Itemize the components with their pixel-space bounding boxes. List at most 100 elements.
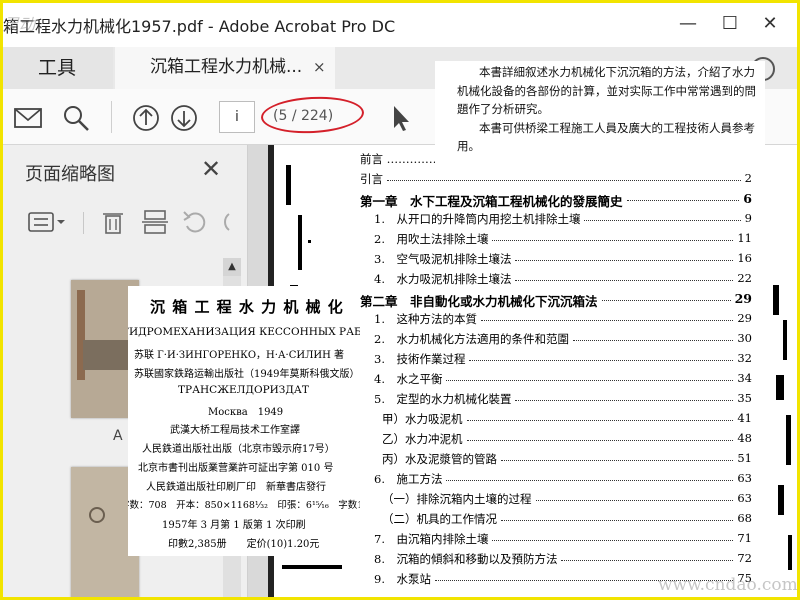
edition: 1957年 3 月第 1 版第 1 次印刷 [162, 520, 306, 531]
minimize-button[interactable]: — [673, 11, 703, 37]
title-bar: 箱工程水力机械化1957.pdf - Adobe Acrobat Pro DC … [3, 3, 797, 47]
printer: 人民鉄道出版社印刷厂印 新華書店發行 [146, 482, 326, 493]
toc-entry[interactable]: 甲）水力吸泥机 41 [360, 411, 752, 431]
toc-leader-dots [492, 240, 733, 241]
toc-entry[interactable]: 4. 水力吸泥机排除土壤法 22 [360, 271, 752, 291]
specs: 字数：708 开本：850×1168⅓₂ 印張：6¹⁵⁄₁₆ 字数177 [128, 500, 360, 511]
next-page-icon[interactable] [169, 103, 199, 133]
toc-leader-dots [467, 420, 733, 421]
close-window-button[interactable]: ✕ [755, 11, 785, 37]
scan-speck [286, 165, 291, 205]
toc-entry-page: 29 [734, 291, 752, 306]
book-title: 沉 箱 工 程 水 力 机 械 化 [150, 298, 344, 316]
authors: 苏联 Г·И·ЗИНГОРЕНКО，Н·А·СИЛИН 著 [134, 350, 345, 361]
toc-entry-label: 6. 施工方法 [374, 471, 443, 487]
toc-entry-page: 41 [737, 411, 752, 425]
toc-leader-dots [573, 340, 733, 341]
thumbnail-label: A [113, 428, 123, 444]
toc-leader-dots [602, 300, 731, 301]
toc-entry-label: 第二章 非自動化或水力机械化下沉沉箱法 [360, 291, 598, 310]
toc-entry-page: 34 [737, 371, 752, 385]
toc-leader-dots [492, 540, 733, 541]
watermark-bottom: www.cndao.com [658, 575, 798, 595]
intro-paragraph-2: 本書可供桥梁工程施工人員及廣大的工程技術人員参考用。 [457, 120, 755, 154]
toc-entry-label: 2. 用吹土法排除土壤 [374, 231, 489, 247]
panel-close-button[interactable]: ✕ [201, 155, 221, 183]
tab-tools[interactable]: 工具 [3, 47, 113, 89]
rotate-ccw-icon[interactable] [181, 208, 209, 236]
toc-entry[interactable]: 第二章 非自動化或水力机械化下沉沉箱法 29 [360, 291, 752, 311]
toc-entry[interactable]: 4. 水之平衡 34 [360, 371, 752, 391]
tab-close-button[interactable]: × [313, 47, 326, 87]
toc-entry[interactable]: 7. 由沉箱内排除土壤 71 [360, 531, 752, 551]
toc-entry[interactable]: 2. 水力机械化方法適用的条件和范圍 30 [360, 331, 752, 351]
toc-entry[interactable]: 6. 施工方法 63 [360, 471, 752, 491]
options-menu-icon[interactable] [27, 208, 67, 236]
toc-entry-page: 72 [737, 551, 752, 565]
toc-entry-label: 乙）水力冲泥机 [382, 431, 463, 447]
page-number-input[interactable]: i [219, 101, 255, 133]
extract-pages-icon[interactable] [141, 208, 169, 236]
toc-entry[interactable]: 8. 沉箱的傾斜和移動以及預防方法 72 [360, 551, 752, 571]
toc-leader-dots [446, 480, 733, 481]
toc-entry-label: 3. 技術作業过程 [374, 351, 466, 367]
toc-entry[interactable]: 丙）水及泥漿管的管路 51 [360, 451, 752, 471]
toc-entry[interactable]: 3. 技術作業过程 32 [360, 351, 752, 371]
toc-entry[interactable]: 引言 2 [360, 171, 752, 191]
toc-entry[interactable]: 5. 定型的水力机械化裝置 35 [360, 391, 752, 411]
toc-entry-label: 4. 水之平衡 [374, 371, 443, 387]
print-run: 印數2,385册 定价(10)1.20元 [168, 539, 320, 550]
cn-publisher: 人民鉄道出版社出版（北京市毁示府17号） [142, 444, 335, 455]
watermark-top: 灵动 [3, 15, 36, 34]
toc-leader-dots [515, 400, 733, 401]
toc-entry[interactable]: （二）机具的工作情况 68 [360, 511, 752, 531]
toc-entry[interactable]: 第一章 水下工程及沉箱工程机械化的發展簡史 6 [360, 191, 752, 211]
panel-separator [83, 212, 84, 234]
toc-leader-dots [387, 180, 741, 181]
toc-entry[interactable]: 2. 用吹土法排除土壤 11 [360, 231, 752, 251]
toc-entry[interactable]: 3. 空气吸泥机排除土壤法 16 [360, 251, 752, 271]
toc-entry-label: 4. 水力吸泥机排除土壤法 [374, 271, 512, 287]
tab-document[interactable]: 沉箱工程水力机械... [115, 47, 335, 89]
title-page-card: 沉 箱 工 程 水 力 机 械 化 ГИДРОМЕХАНИЗАЦИЯ КЕССО… [128, 286, 360, 556]
toc-entry-page: 16 [737, 251, 752, 265]
toc-entry-label: 3. 空气吸泥机排除土壤法 [374, 251, 512, 267]
toc-entry-page: 6 [743, 191, 752, 206]
maximize-button[interactable]: ☐ [715, 11, 745, 37]
scan-speck [778, 485, 784, 515]
toolbar-separator [111, 101, 112, 133]
toc-entry-label: 8. 沉箱的傾斜和移動以及預防方法 [374, 551, 558, 567]
scroll-up-button[interactable]: ▲ [223, 258, 241, 276]
scan-speck [308, 240, 311, 243]
toc-entry-page: 63 [737, 471, 752, 485]
translator: 武漢大桥工程局技术工作室譯 [170, 425, 300, 436]
toc-entry[interactable]: 1. 从开口的升降筒内用挖土机排除土壤 9 [360, 211, 752, 231]
scan-speck [783, 320, 787, 360]
toc-entry[interactable]: 1. 这种方法的本質 29 [360, 311, 752, 331]
toc-entry[interactable]: （一）排除沉箱内土壤的过程 63 [360, 491, 752, 511]
email-icon[interactable] [13, 103, 43, 133]
thumbnail-illustration [83, 340, 133, 370]
scan-speck [786, 415, 791, 465]
toc-entry-page: 51 [737, 451, 752, 465]
publisher-line: 苏联國家鉄路运輸出版社（1949年莫斯科俄文版） [134, 369, 360, 380]
publisher-russian: ТРАНСЖЕЛДОРИЗДАТ [178, 384, 309, 396]
toc-entry-page: 22 [737, 271, 752, 285]
toc-entry-label: 7. 由沉箱内排除土壤 [374, 531, 489, 547]
intro-text-block: 本書詳細叙述水力机械化下沉沉箱的方法，介紹了水力机械化設备的各部份的計算，並对实… [435, 61, 765, 165]
toc-leader-dots [469, 360, 733, 361]
rotate-cw-icon[interactable] [217, 208, 231, 236]
toc-entry-label: 第一章 水下工程及沉箱工程机械化的發展簡史 [360, 191, 623, 210]
panel-title: 页面缩略图 [25, 164, 115, 185]
select-cursor-icon[interactable] [386, 103, 416, 133]
city-year: Москва 1949 [208, 407, 284, 418]
toc-entry[interactable]: 乙）水力冲泥机 48 [360, 431, 752, 451]
toc-entry-page: 63 [737, 491, 752, 505]
previous-page-icon[interactable] [131, 103, 161, 133]
toc-entry-label: 9. 水泵站 [374, 571, 431, 587]
search-icon[interactable] [61, 103, 91, 133]
delete-icon[interactable] [99, 208, 127, 236]
toc-entry-page: 9 [744, 211, 752, 225]
scan-speck [282, 565, 342, 569]
toc-entry-label: 5. 定型的水力机械化裝置 [374, 391, 512, 407]
